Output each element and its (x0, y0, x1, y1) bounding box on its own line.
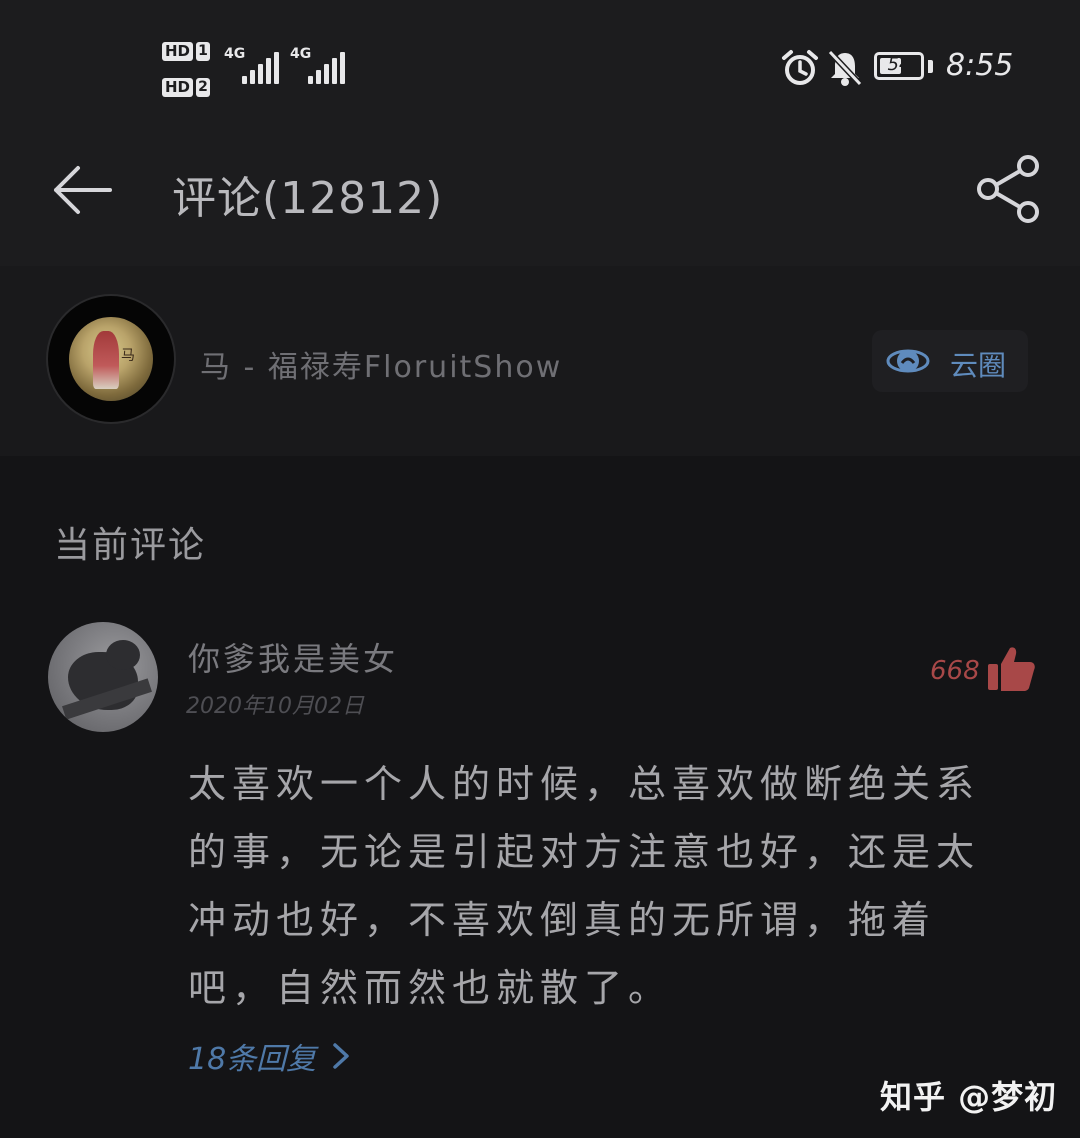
app-header: 评论(12812) (0, 130, 1080, 266)
avatar-glyph: 马 (121, 348, 135, 364)
arrow-left-icon[interactable] (48, 158, 120, 222)
sim2-slot-badge: 2 (196, 78, 210, 97)
battery-tip (928, 60, 933, 73)
zhihu-watermark: 知乎 @梦初 (880, 1078, 1058, 1116)
status-bar: HD 1 HD 2 4G 4G 54 8:55 (0, 0, 1080, 130)
section-title: 当前评论 (54, 525, 207, 566)
view-replies-link[interactable]: 18条回复 (188, 1034, 352, 1078)
share-icon[interactable] (972, 152, 1046, 226)
avatar-cat-head (106, 640, 140, 670)
signal1-icon (242, 52, 279, 84)
comment-author-name[interactable]: 你爹我是美女 (188, 634, 398, 680)
circle-avatar[interactable]: 马 (48, 296, 174, 422)
chevron-right-icon (333, 1043, 349, 1069)
battery-level: 54 (887, 54, 911, 75)
sim1-hd-badge: HD (162, 42, 194, 61)
circle-tag-label: 云圈 (950, 349, 1007, 382)
comment-date: 2020年10月02日 (186, 694, 364, 719)
status-time: 8:55 (946, 48, 1014, 83)
sim1-slot-badge: 1 (196, 42, 210, 61)
avatar-figure (93, 331, 119, 389)
circle-name[interactable]: 马 - 福禄寿FloruitShow (200, 342, 562, 386)
signal2-icon (308, 52, 345, 84)
alarm-icon (782, 50, 818, 85)
circle-tag-button[interactable]: 云圈 (872, 330, 1028, 392)
cloud-circle-icon (886, 349, 930, 373)
circle-card[interactable]: 马 马 - 福禄寿FloruitShow 云圈 (0, 266, 1080, 456)
page-title: 评论(12812) (172, 173, 444, 224)
battery-icon: 54 (874, 52, 924, 80)
comment-author-avatar[interactable] (48, 622, 158, 732)
circle-avatar-artwork: 马 (69, 317, 153, 401)
replies-label: 18条回复 (188, 1042, 317, 1077)
thumbs-up-icon[interactable] (986, 644, 1036, 694)
bell-muted-icon (827, 49, 863, 87)
sim2-hd-badge: HD (162, 78, 194, 97)
like-count[interactable]: 668 (930, 656, 980, 686)
comment-body: 太喜欢一个人的时候，总喜欢做断绝关系的事，无论是引起对方注意也好，还是太冲动也好… (188, 762, 981, 1010)
